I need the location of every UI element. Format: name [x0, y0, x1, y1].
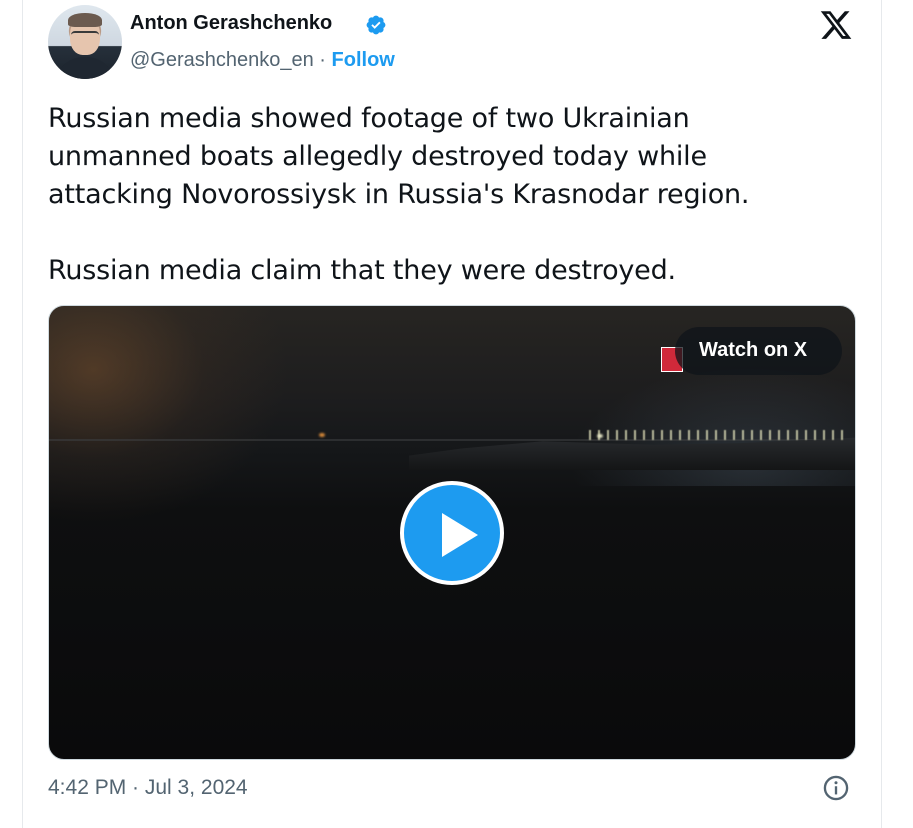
author-avatar[interactable]	[48, 5, 122, 79]
handle-separator: ·	[313, 49, 332, 71]
play-icon	[442, 513, 478, 557]
handle-line: @Gerashchenko_en · Follow	[130, 49, 395, 72]
play-button[interactable]	[400, 481, 504, 585]
video-light-dot	[319, 433, 325, 437]
video-player[interactable]: Watch on X	[48, 305, 856, 760]
author-name[interactable]: Anton Gerashchenko	[130, 12, 332, 35]
video-glow	[49, 306, 289, 526]
author-handle[interactable]: @Gerashchenko_en	[130, 49, 314, 71]
tweet-text: Russian media showed footage of two Ukra…	[48, 103, 750, 286]
info-icon[interactable]	[822, 774, 850, 802]
watch-on-x-button[interactable]: Watch on X	[675, 327, 842, 375]
avatar-glasses	[71, 31, 99, 41]
watch-label: Watch on X	[699, 339, 808, 361]
verified-badge-icon	[366, 15, 386, 35]
tweet-timestamp[interactable]: 4:42 PM · Jul 3, 2024	[48, 776, 248, 800]
follow-link[interactable]: Follow	[332, 49, 395, 71]
video-light-dot	[597, 434, 603, 438]
video-city-lights	[589, 430, 849, 440]
avatar-body	[54, 57, 116, 79]
avatar-hair	[68, 13, 102, 27]
x-logo-icon[interactable]	[817, 8, 855, 42]
